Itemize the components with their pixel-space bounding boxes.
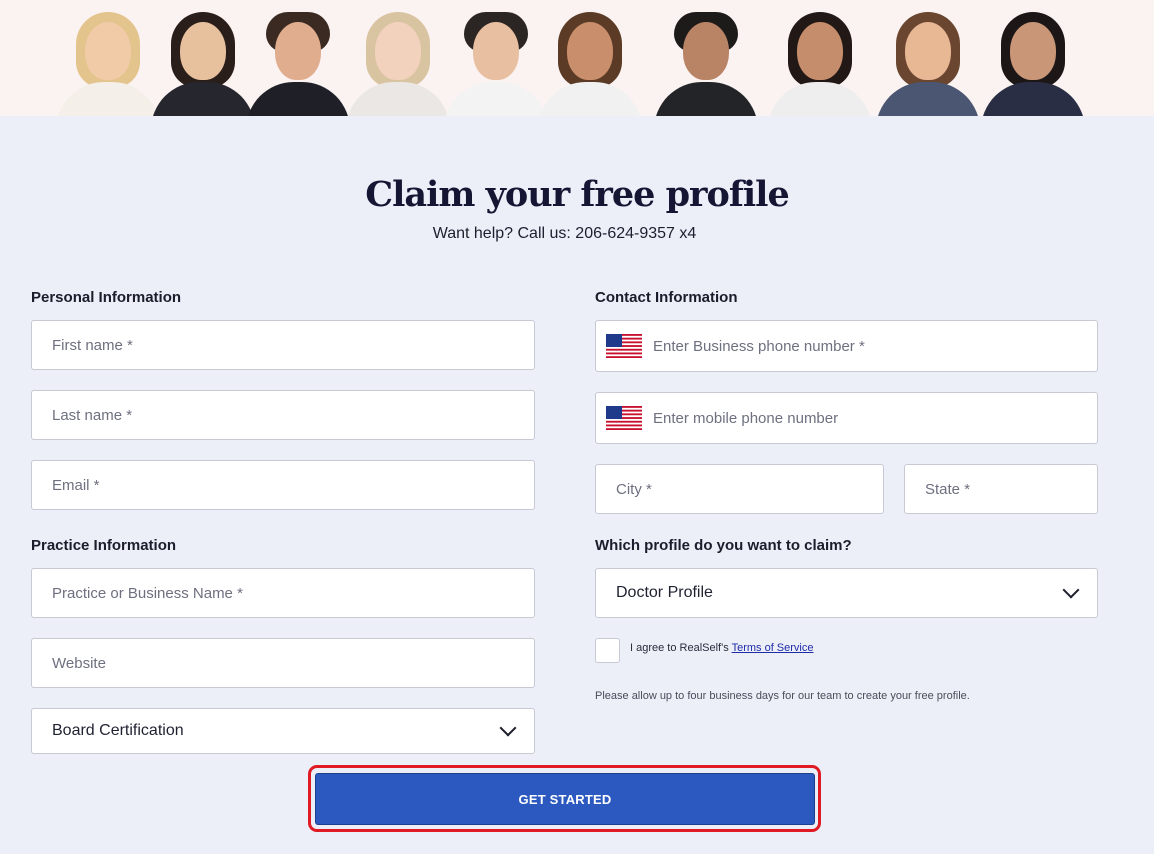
processing-time-note: Please allow up to four business days fo…: [595, 690, 970, 702]
headshot-photo: [872, 8, 984, 116]
state-input[interactable]: State *: [904, 464, 1098, 514]
city-placeholder: City *: [616, 480, 652, 498]
help-phone-text: Want help? Call us: 206-624-9357 x4: [432, 225, 697, 242]
email-placeholder: Email *: [52, 476, 100, 494]
first-name-input[interactable]: First name *: [31, 320, 535, 370]
headshot-photo: [650, 8, 762, 116]
terms-label: I agree to RealSelf's Terms of Service: [630, 642, 814, 654]
profile-type-value: Doctor Profile: [616, 584, 713, 601]
chevron-down-icon: [499, 719, 517, 737]
us-flag-icon[interactable]: [606, 334, 642, 358]
business-phone-placeholder: Enter Business phone number *: [653, 337, 865, 355]
business-name-placeholder: Practice or Business Name *: [52, 584, 243, 602]
city-input[interactable]: City *: [595, 464, 884, 514]
headshot-banner: [0, 0, 1154, 116]
us-flag-icon[interactable]: [606, 406, 642, 430]
personal-information-heading: Personal Information: [31, 289, 182, 306]
profile-type-select[interactable]: Doctor Profile: [595, 568, 1098, 618]
board-certification-select[interactable]: Board Certification: [31, 708, 535, 754]
terms-of-service-link[interactable]: Terms of Service: [732, 642, 814, 654]
get-started-button[interactable]: GET STARTED: [315, 773, 815, 825]
contact-information-heading: Contact Information: [595, 289, 738, 306]
mobile-phone-input[interactable]: Enter mobile phone number: [595, 392, 1098, 444]
headshot-photo: [764, 8, 876, 116]
website-placeholder: Website: [52, 654, 106, 672]
last-name-input[interactable]: Last name *: [31, 390, 535, 440]
headshot-photo: [242, 8, 354, 116]
business-name-input[interactable]: Practice or Business Name *: [31, 568, 535, 618]
page-title: Claim your free profile: [365, 174, 790, 215]
business-phone-input[interactable]: Enter Business phone number *: [595, 320, 1098, 372]
terms-prefix-text: I agree to RealSelf's: [630, 642, 732, 654]
board-certification-value: Board Certification: [52, 722, 184, 739]
headshot-photo: [977, 8, 1089, 116]
terms-checkbox[interactable]: [595, 638, 620, 663]
state-placeholder: State *: [925, 480, 971, 498]
headshot-photo: [534, 8, 646, 116]
practice-information-heading: Practice Information: [31, 537, 177, 554]
mobile-phone-placeholder: Enter mobile phone number: [653, 409, 839, 427]
chevron-down-icon: [1062, 581, 1080, 599]
first-name-placeholder: First name *: [52, 336, 133, 354]
profile-type-heading: Which profile do you want to claim?: [595, 537, 852, 554]
website-input[interactable]: Website: [31, 638, 535, 688]
headshot-photo: [342, 8, 454, 116]
last-name-placeholder: Last name *: [52, 406, 133, 424]
email-input[interactable]: Email *: [31, 460, 535, 510]
